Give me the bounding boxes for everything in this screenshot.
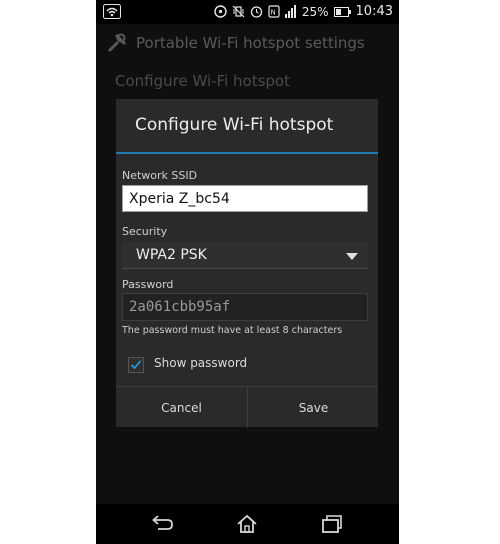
- svg-text:N: N: [270, 9, 275, 17]
- screen-title: Portable Wi-Fi hotspot settings: [136, 34, 365, 52]
- wifi-hotspot-icon: [103, 4, 121, 22]
- configure-hotspot-dialog: Configure Wi-Fi hotspot Network SSID Xpe…: [116, 99, 378, 428]
- nfc-icon: N: [268, 5, 280, 18]
- security-dropdown[interactable]: WPA2 PSK: [122, 242, 368, 269]
- security-label: Security: [122, 225, 168, 238]
- status-bar: N 25% 10:43: [96, 0, 399, 24]
- action-bar: Portable Wi-Fi hotspot settings: [96, 24, 399, 64]
- home-icon[interactable]: [236, 514, 258, 538]
- battery-icon: [333, 6, 351, 17]
- sync-icon: [214, 5, 227, 18]
- battery-percent: 25%: [301, 4, 329, 19]
- navigation-bar: [96, 504, 399, 544]
- tools-icon: [106, 32, 128, 58]
- password-input[interactable]: 2a061cbb95af: [122, 293, 368, 321]
- back-icon[interactable]: [150, 514, 174, 538]
- ssid-label: Network SSID: [122, 169, 198, 182]
- security-selected-value: WPA2 PSK: [136, 247, 207, 263]
- status-icons: N 25% 10:43: [214, 4, 393, 19]
- dialog-title: Configure Wi-Fi hotspot: [135, 115, 334, 135]
- save-button[interactable]: Save: [247, 387, 379, 428]
- ssid-input[interactable]: Xperia Z_bc54: [122, 185, 368, 212]
- phone-screen: N 25% 10:43 Portable Wi-Fi hotspot setti…: [96, 0, 399, 544]
- clock-time: 10:43: [355, 4, 393, 19]
- recent-apps-icon[interactable]: [321, 514, 343, 538]
- show-password-checkbox[interactable]: [128, 357, 144, 373]
- dropdown-arrow-icon: [346, 253, 358, 260]
- configure-hotspot-item: Configure Wi-Fi hotspot: [115, 72, 290, 90]
- vibrate-icon: [232, 5, 245, 18]
- cancel-button[interactable]: Cancel: [116, 387, 247, 428]
- password-hint: The password must have at least 8 charac…: [122, 325, 343, 336]
- alarm-clock-icon: [250, 6, 263, 18]
- dialog-button-row: Cancel Save: [116, 386, 378, 428]
- password-label: Password: [122, 278, 174, 291]
- dialog-title-divider: [116, 152, 378, 154]
- checkmark-icon: [130, 360, 142, 370]
- signal-icon: [284, 5, 296, 18]
- show-password-label[interactable]: Show password: [154, 356, 247, 370]
